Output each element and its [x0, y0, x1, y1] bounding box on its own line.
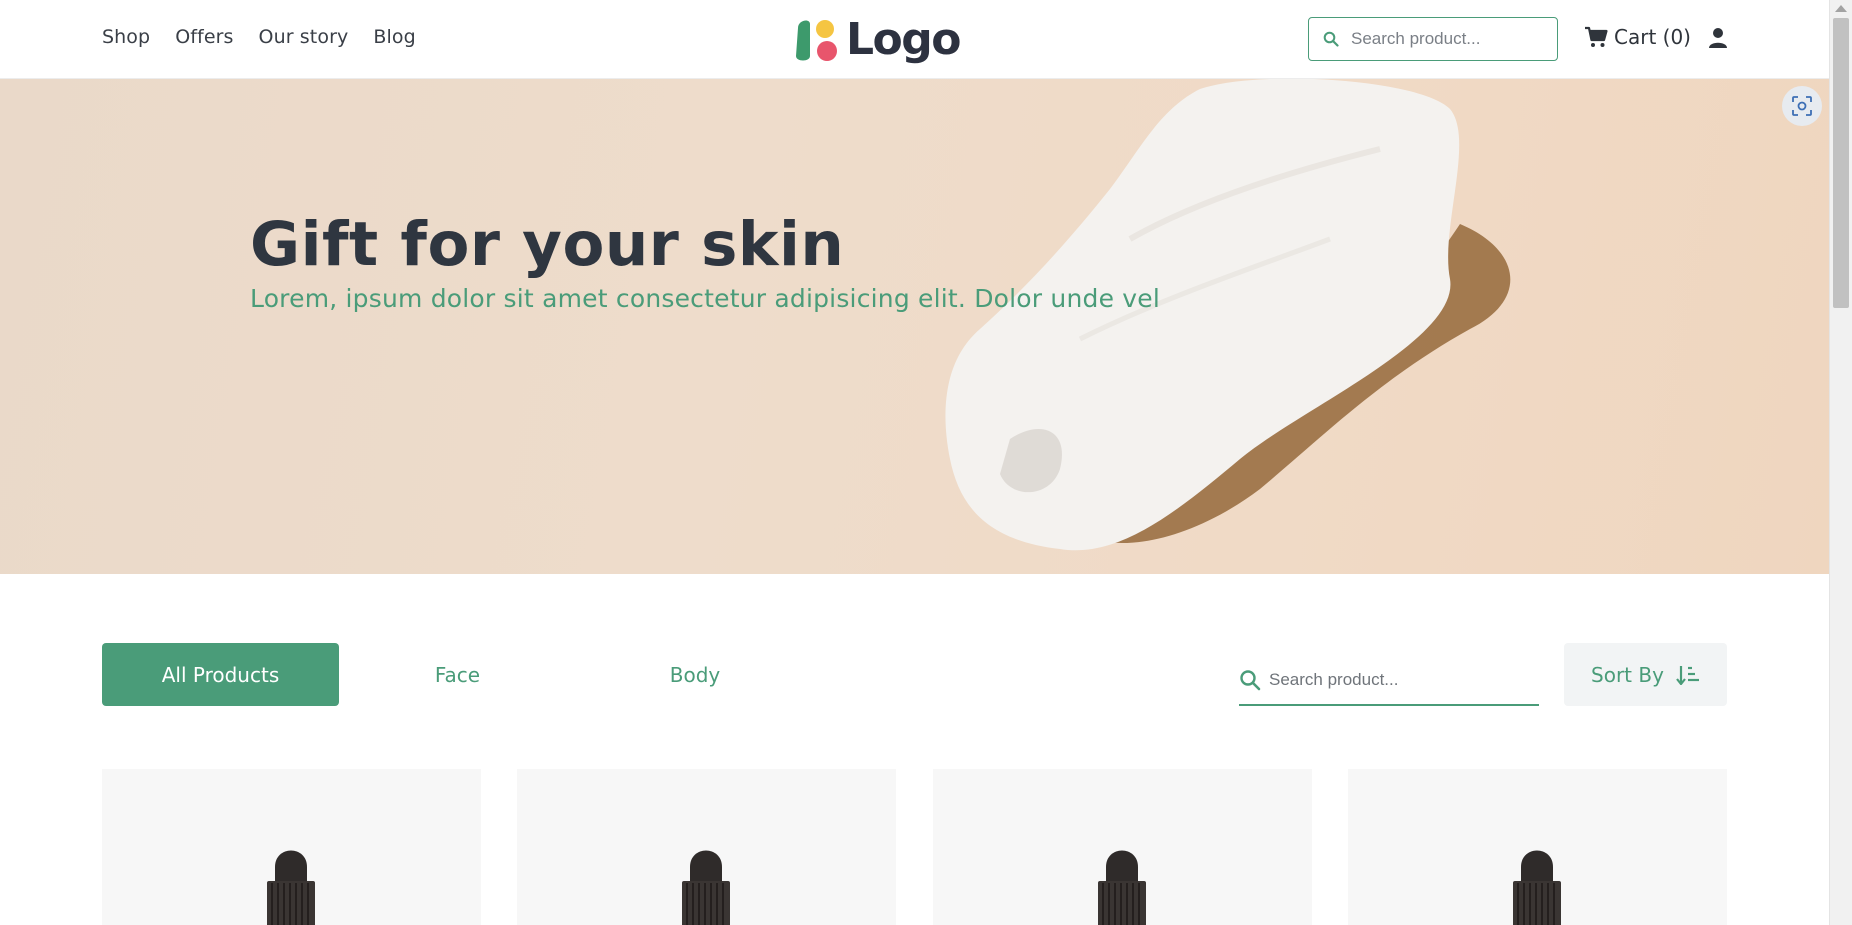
cart-button[interactable]: Cart (0): [1584, 25, 1691, 49]
hero-title: Gift for your skin: [250, 209, 845, 280]
tab-face[interactable]: Face: [400, 643, 515, 706]
tab-body[interactable]: Body: [640, 643, 750, 706]
dropper-bottle-image: [267, 850, 315, 925]
product-card[interactable]: [102, 769, 481, 925]
user-icon: [1709, 28, 1727, 48]
product-search[interactable]: [1239, 655, 1539, 706]
page-scrollbar[interactable]: [1829, 0, 1852, 925]
product-card[interactable]: [933, 769, 1312, 925]
header-search[interactable]: [1308, 17, 1558, 61]
product-card[interactable]: [517, 769, 896, 925]
search-icon: [1323, 31, 1339, 47]
product-search-input[interactable]: [1269, 669, 1529, 690]
nav-offers[interactable]: Offers: [175, 26, 233, 48]
cart-icon: [1585, 26, 1608, 47]
hero-banner: Gift for your skin Lorem, ipsum dolor si…: [0, 79, 1829, 574]
logo-mark-icon: [796, 20, 837, 61]
cart-label: Cart (0): [1614, 25, 1691, 49]
hero-cream-image: [945, 79, 1511, 551]
nav-blog[interactable]: Blog: [373, 26, 415, 48]
dropper-bottle-image: [1098, 850, 1146, 925]
tab-all-products[interactable]: All Products: [102, 643, 339, 706]
site-header: Shop Offers Our story Blog Logo Cart (0): [0, 0, 1829, 79]
site-logo[interactable]: Logo: [792, 14, 962, 65]
search-icon: [1240, 669, 1261, 690]
sort-label: Sort By: [1591, 662, 1664, 687]
header-search-input[interactable]: [1351, 29, 1541, 49]
logo-text: Logo: [846, 14, 962, 65]
scroll-up-arrow-icon[interactable]: [1835, 5, 1847, 12]
dropper-bottle-image: [1513, 850, 1561, 925]
main-nav: Shop Offers Our story Blog: [102, 26, 416, 48]
scan-icon: [1792, 96, 1812, 116]
sort-ascending-icon: [1676, 665, 1699, 685]
product-card[interactable]: [1348, 769, 1727, 925]
visual-search-button[interactable]: [1782, 86, 1822, 126]
scrollbar-thumb[interactable]: [1833, 18, 1849, 308]
nav-shop[interactable]: Shop: [102, 26, 150, 48]
account-button[interactable]: [1708, 27, 1728, 53]
hero-subtitle: Lorem, ipsum dolor sit amet consectetur …: [250, 284, 1161, 313]
nav-our-story[interactable]: Our story: [259, 26, 349, 48]
dropper-bottle-image: [682, 850, 730, 925]
sort-button[interactable]: Sort By: [1564, 643, 1727, 706]
